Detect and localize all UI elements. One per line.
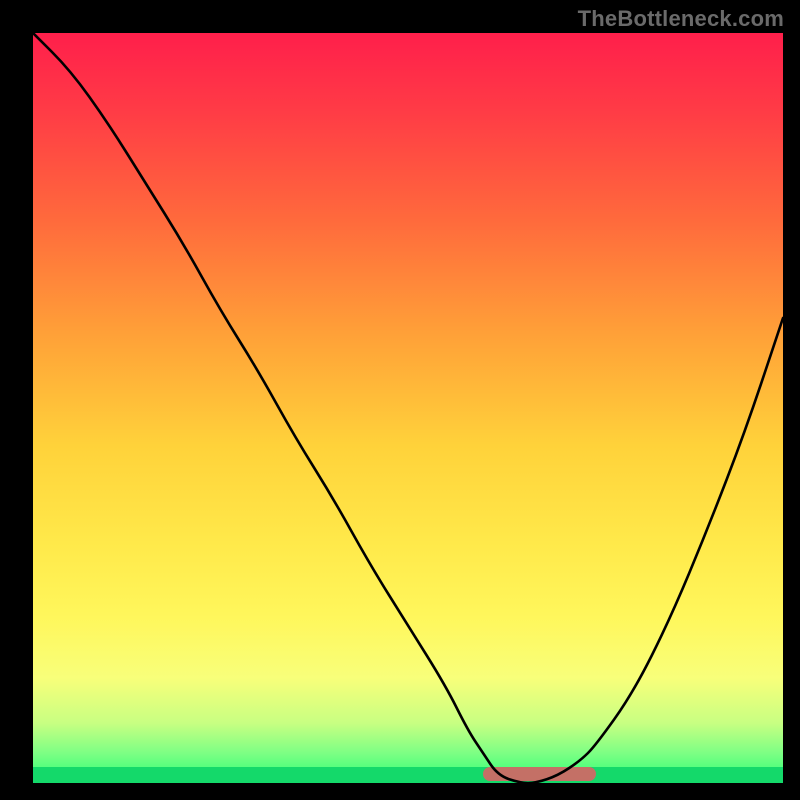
bottleneck-curve — [33, 33, 783, 783]
plot-area — [33, 33, 783, 783]
frame-background: TheBottleneck.com — [0, 0, 800, 800]
attribution-label: TheBottleneck.com — [578, 6, 784, 32]
